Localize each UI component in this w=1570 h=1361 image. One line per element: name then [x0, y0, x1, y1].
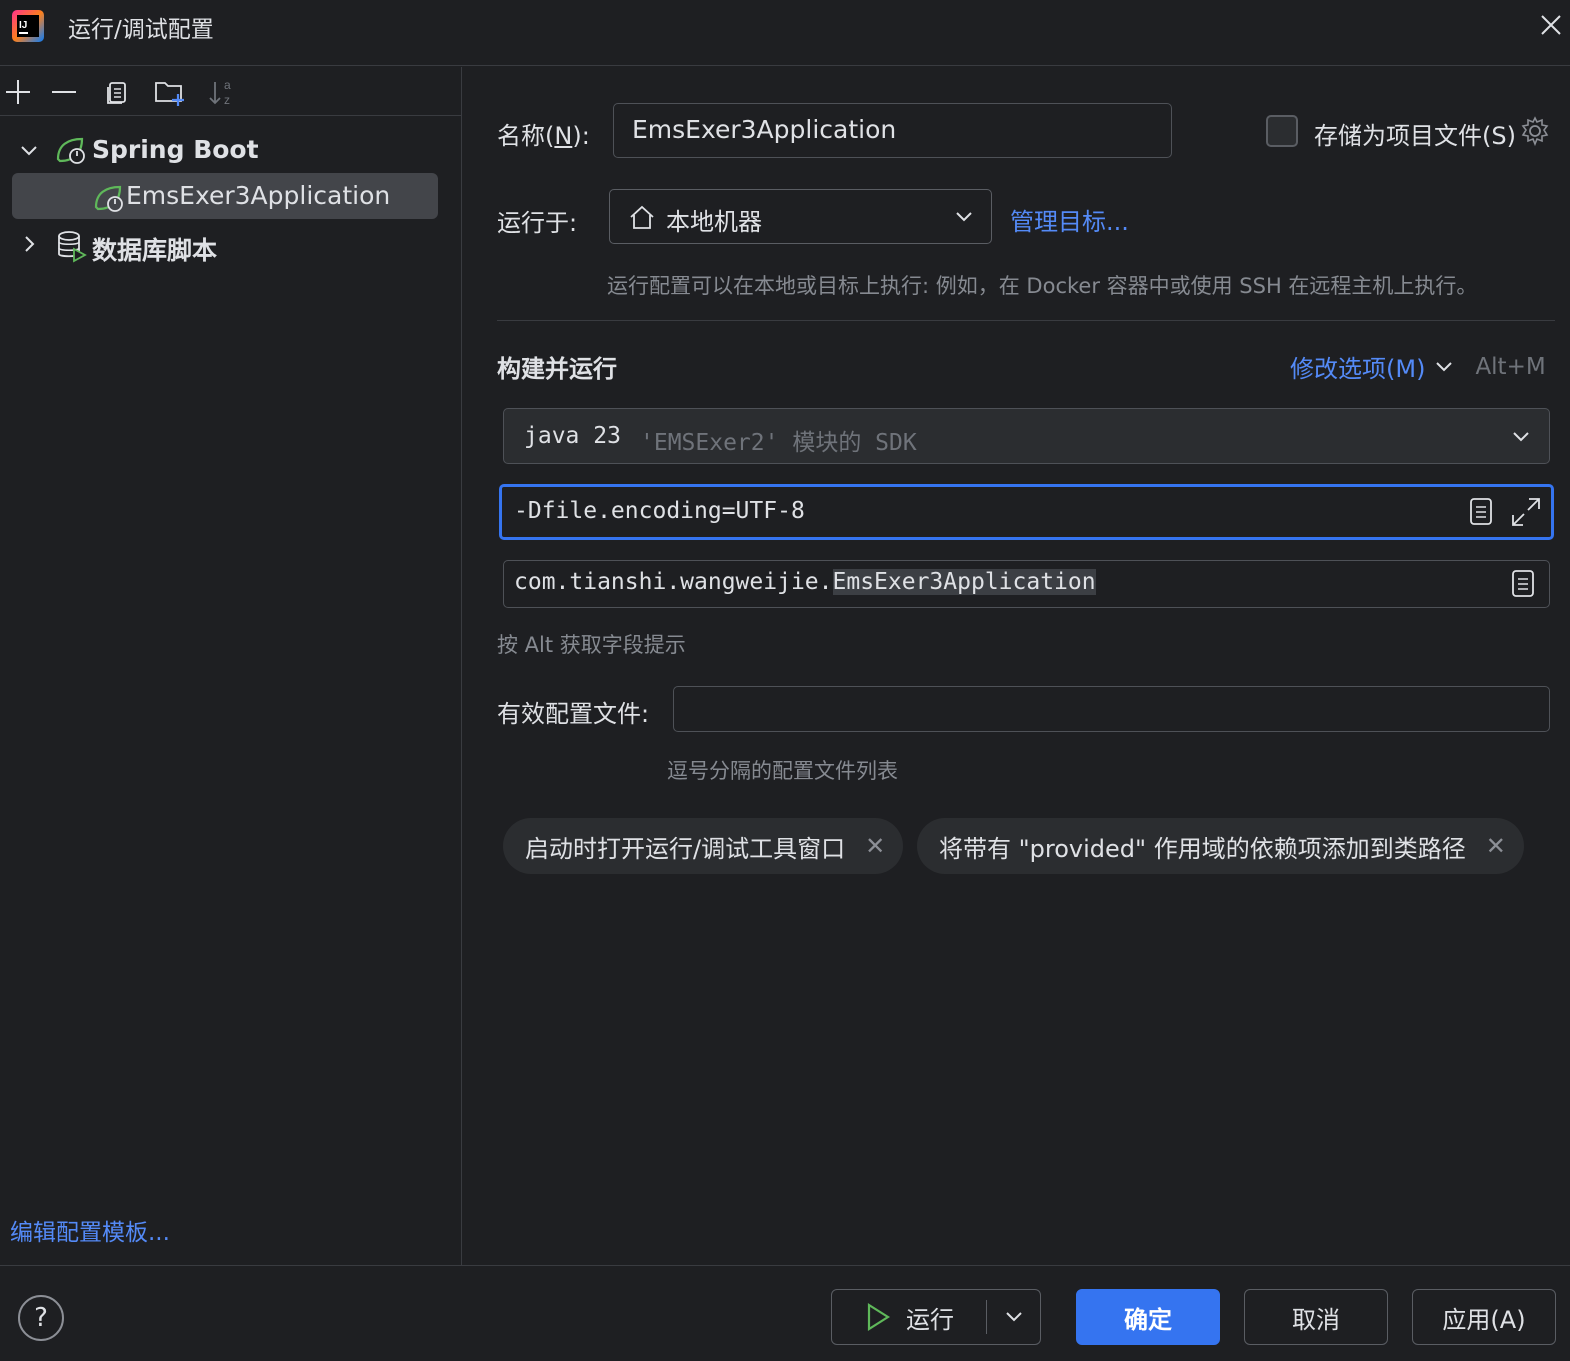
- tree-group-label: Spring Boot: [92, 135, 259, 164]
- sort-button[interactable]: a z: [204, 75, 240, 109]
- name-label-suffix: ):: [572, 122, 590, 150]
- title-bar: IJ 运行/调试配置: [0, 0, 1570, 66]
- run-icon: [867, 1303, 891, 1331]
- svg-text:IJ: IJ: [19, 20, 27, 31]
- document-icon[interactable]: [1510, 569, 1536, 599]
- option-chip-label: 启动时打开运行/调试工具窗口: [525, 834, 846, 863]
- close-icon[interactable]: ✕: [1486, 832, 1506, 860]
- remove-config-button[interactable]: [46, 75, 82, 109]
- chevron-down-icon: [1436, 361, 1453, 371]
- run-on-dropdown[interactable]: 本地机器: [609, 189, 992, 244]
- option-chip[interactable]: 启动时打开运行/调试工具窗口 ✕: [503, 818, 904, 874]
- name-label-prefix: 名称(: [497, 122, 555, 150]
- add-icon: [6, 80, 30, 104]
- run-options-dropdown[interactable]: [988, 1290, 1040, 1344]
- store-as-project-file-checkbox[interactable]: [1266, 115, 1298, 147]
- home-icon: [630, 205, 654, 229]
- active-profiles-label: 有效配置文件:: [497, 700, 650, 728]
- run-button-label: 运行: [906, 1305, 954, 1334]
- section-title: 构建并运行: [497, 355, 617, 383]
- footer-divider: [0, 1265, 1570, 1266]
- ok-button[interactable]: 确定: [1076, 1289, 1220, 1345]
- run-button[interactable]: 运行: [832, 1290, 986, 1344]
- main-class-package: com.tianshi.wangweijie.: [514, 569, 833, 595]
- new-folder-icon: [155, 82, 184, 106]
- store-as-project-file-label: 存储为项目文件(S): [1314, 122, 1516, 150]
- sdk-detail: 'EMSExer2' 模块的 SDK: [640, 430, 917, 456]
- help-button[interactable]: ?: [18, 1295, 64, 1341]
- split-divider: [986, 1300, 987, 1334]
- tree-group-spring-boot[interactable]: Spring Boot: [12, 127, 438, 173]
- svg-text:z: z: [224, 93, 230, 107]
- spring-boot-icon: [94, 185, 123, 212]
- remove-icon: [52, 91, 76, 93]
- run-on-label: 运行于:: [497, 209, 578, 237]
- chevron-down-icon: [1006, 1312, 1022, 1322]
- manage-targets-link[interactable]: 管理目标...: [1010, 202, 1129, 237]
- new-folder-button[interactable]: [152, 75, 188, 109]
- sort-alpha-icon: a z: [209, 78, 231, 107]
- option-chip-label: 将带有 "provided" 作用域的依赖项添加到类路径: [939, 834, 1466, 863]
- help-icon: ?: [34, 1303, 48, 1333]
- alt-hint: 按 Alt 获取字段提示: [497, 633, 686, 657]
- chevron-right-icon: [25, 236, 35, 252]
- main-class-input[interactable]: com.tianshi.wangweijie.EmsExer3Applicati…: [503, 560, 1550, 608]
- vm-options-value: -Dfile.encoding=UTF-8: [514, 498, 805, 524]
- option-chip[interactable]: 将带有 "provided" 作用域的依赖项添加到类路径 ✕: [917, 818, 1524, 874]
- database-script-icon: [58, 231, 87, 263]
- intellij-logo-icon: IJ: [10, 8, 46, 44]
- name-input[interactable]: EmsExer3Application: [613, 103, 1172, 158]
- section-divider: [497, 320, 1555, 321]
- close-button[interactable]: [1534, 8, 1568, 42]
- tree-item-label: EmsExer3Application: [126, 181, 391, 210]
- active-profiles-input[interactable]: [673, 686, 1550, 732]
- copy-config-button[interactable]: [99, 75, 135, 109]
- modify-options-label: 修改选项(M): [1290, 355, 1426, 383]
- gear-icon[interactable]: [1520, 116, 1550, 146]
- close-icon: [1541, 15, 1561, 35]
- name-input-value: EmsExer3Application: [632, 115, 897, 144]
- main-class-value: com.tianshi.wangweijie.EmsExer3Applicati…: [514, 569, 1096, 595]
- vm-options-input[interactable]: -Dfile.encoding=UTF-8: [499, 484, 1554, 540]
- modify-options-shortcut: Alt+M: [1475, 353, 1546, 380]
- spring-boot-icon: [56, 137, 85, 164]
- main-class-name: EmsExer3Application: [832, 569, 1096, 595]
- apply-button[interactable]: 应用(A): [1412, 1289, 1556, 1345]
- modify-options-button[interactable]: 修改选项(M) Alt+M: [1290, 349, 1546, 384]
- chevron-down-icon: [956, 212, 972, 222]
- sdk-main: java 23: [524, 423, 621, 449]
- expand-icon[interactable]: [1510, 496, 1542, 528]
- cancel-button[interactable]: 取消: [1244, 1289, 1388, 1345]
- configuration-tree-panel: a z Spring Boot EmsExer3Application 数据库脚…: [0, 67, 462, 1265]
- tree-group-label: 数据库脚本: [92, 236, 218, 265]
- chevron-down-icon: [21, 146, 37, 156]
- profiles-hint: 逗号分隔的配置文件列表: [667, 759, 898, 783]
- run-split-button[interactable]: 运行: [831, 1289, 1041, 1345]
- tree-item-ems-exer3-application[interactable]: EmsExer3Application: [12, 173, 438, 219]
- copy-icon: [107, 82, 126, 104]
- run-on-hint: 运行配置可以在本地或目标上执行: 例如，在 Docker 容器中或使用 SSH …: [607, 274, 1478, 298]
- name-label-mnemonic: N: [554, 122, 573, 150]
- add-config-button[interactable]: [0, 75, 36, 109]
- close-icon[interactable]: ✕: [865, 832, 885, 860]
- run-on-value: 本地机器: [666, 208, 762, 236]
- tree-group-database-scripts[interactable]: 数据库脚本: [12, 223, 438, 269]
- svg-text:a: a: [224, 78, 231, 92]
- edit-templates-link[interactable]: 编辑配置模板...: [10, 1213, 170, 1247]
- tree-toolbar: a z: [0, 67, 462, 116]
- chevron-down-icon: [1513, 432, 1529, 442]
- window-title: 运行/调试配置: [68, 17, 214, 43]
- document-icon[interactable]: [1468, 497, 1494, 527]
- name-label: 名称(N):: [497, 116, 590, 151]
- sdk-dropdown[interactable]: java 23 'EMSExer2' 模块的 SDK: [503, 408, 1550, 464]
